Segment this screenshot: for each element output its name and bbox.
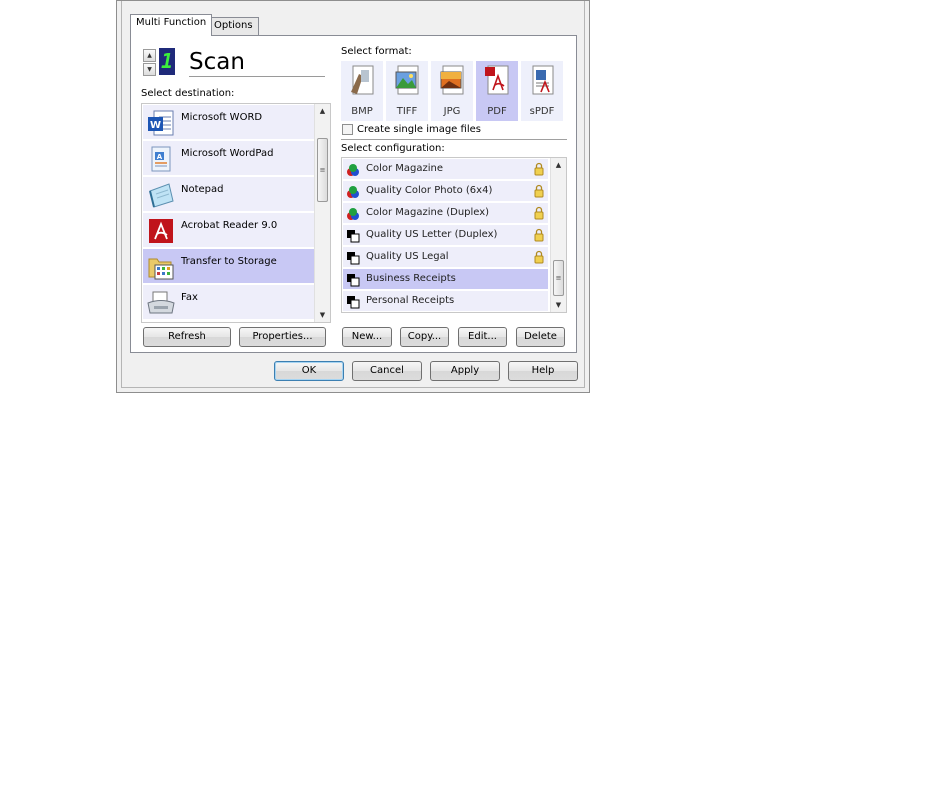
format-label: PDF [487,106,507,117]
pdf-icon [485,65,509,95]
acrobat-icon [149,219,173,243]
format-selector: BMP TIFF JPG PDF sPDF [341,61,563,121]
scroll-thumb[interactable]: ≡ [553,260,564,296]
destination-item-wordpad[interactable]: A Microsoft WordPad [143,141,315,176]
select-configuration-label: Select configuration: [341,143,445,154]
single-image-checkbox[interactable] [342,124,353,135]
bw-config-icon [347,274,360,287]
destination-item-notepad[interactable]: Notepad [143,177,315,212]
bw-config-icon [347,252,360,265]
refresh-button[interactable]: Refresh [143,327,231,347]
destination-item-fax[interactable]: Fax [143,285,315,320]
bw-config-icon [347,296,360,309]
scroll-down-icon[interactable]: ▼ [551,298,566,312]
svg-text:W: W [150,120,161,131]
scroll-up-icon[interactable]: ▲ [315,104,330,118]
format-bmp[interactable]: BMP [341,61,383,121]
properties-button[interactable]: Properties... [239,327,326,347]
tab-multi-function[interactable]: Multi Function [130,14,213,36]
format-tiff[interactable]: TIFF [386,61,428,121]
word-icon: W [148,110,174,136]
configuration-list[interactable]: Color Magazine Quality Color Photo (6x4) [341,157,567,313]
destination-list[interactable]: W Microsoft WORD A Microsoft WordPad Not… [141,103,331,323]
destination-item-transfer-to-storage[interactable]: Transfer to Storage [143,249,315,284]
cancel-button[interactable]: Cancel [352,361,422,381]
config-item-business-receipts[interactable]: Business Receipts [343,269,548,290]
bw-config-icon [347,230,360,243]
config-item-label: Quality Color Photo (6x4) [366,185,493,196]
one-touch-dialog: Multi Function Options ▲ ▼ 1 Scan Select… [116,0,590,393]
tab-label: Multi Function [136,17,207,28]
destination-item-label: Microsoft WORD [181,112,263,123]
spinner-down-button[interactable]: ▼ [143,63,156,76]
configuration-scrollbar[interactable]: ▲ ≡ ▼ [550,158,566,312]
lock-icon [534,162,544,176]
notepad-icon [149,183,174,208]
edit-button[interactable]: Edit... [458,327,507,347]
spinner-up-button[interactable]: ▲ [143,49,156,62]
format-label: sPDF [529,106,555,117]
button-number-spinner: ▲ ▼ [143,49,157,77]
new-button[interactable]: New... [342,327,392,347]
config-item-color-magazine[interactable]: Color Magazine [343,159,548,180]
destination-item-label: Acrobat Reader 9.0 [181,220,278,231]
multi-function-panel: ▲ ▼ 1 Scan Select destination: W Microso… [130,35,577,353]
single-image-label: Create single image files [357,124,481,135]
config-item-label: Quality US Legal [366,251,449,262]
bmp-icon [351,65,374,95]
config-item-label: Color Magazine (Duplex) [366,207,490,218]
lock-icon [534,184,544,198]
scroll-down-icon[interactable]: ▼ [315,308,330,322]
help-button[interactable]: Help [508,361,578,381]
config-item-quality-color-photo[interactable]: Quality Color Photo (6x4) [343,181,548,202]
destination-item-label: Transfer to Storage [181,256,277,267]
format-spdf[interactable]: sPDF [521,61,563,121]
config-item-color-magazine-duplex[interactable]: Color Magazine (Duplex) [343,203,548,224]
tab-options[interactable]: Options [208,17,259,35]
scroll-thumb[interactable]: ≡ [317,138,328,202]
page-title: Scan [189,48,325,77]
config-item-label: Personal Receipts [366,295,455,306]
jpg-icon [440,65,464,95]
folder-icon [148,258,174,280]
fax-icon [147,291,175,314]
select-format-label: Select format: [341,46,412,57]
lock-icon [534,206,544,220]
destination-item-word[interactable]: W Microsoft WORD [143,105,315,140]
destination-item-label: Notepad [181,184,224,195]
ok-button[interactable]: OK [274,361,344,381]
config-item-label: Business Receipts [366,273,456,284]
format-label: BMP [351,106,373,117]
color-config-icon [347,208,359,220]
button-number-display: 1 [159,48,175,75]
lock-icon [534,250,544,264]
format-label: TIFF [396,106,418,117]
config-item-label: Quality US Letter (Duplex) [366,229,498,240]
config-item-quality-us-letter-duplex[interactable]: Quality US Letter (Duplex) [343,225,548,246]
destination-item-label: Fax [181,292,198,303]
wordpad-icon: A [151,146,171,172]
format-label: JPG [443,106,461,117]
delete-button[interactable]: Delete [516,327,565,347]
section-divider [341,139,567,140]
destination-item-acrobat[interactable]: Acrobat Reader 9.0 [143,213,315,248]
spdf-icon [532,65,554,95]
color-config-icon [347,164,359,176]
config-item-personal-receipts[interactable]: Personal Receipts [343,291,548,312]
select-destination-label: Select destination: [141,88,235,99]
destination-item-label: Microsoft WordPad [181,148,274,159]
tiff-icon [395,65,419,95]
svg-text:A: A [157,153,163,161]
format-pdf[interactable]: PDF [476,61,518,121]
destination-scrollbar[interactable]: ▲ ≡ ▼ [314,104,330,322]
color-config-icon [347,186,359,198]
apply-button[interactable]: Apply [430,361,500,381]
config-item-quality-us-legal[interactable]: Quality US Legal [343,247,548,268]
scroll-up-icon[interactable]: ▲ [551,158,566,172]
format-jpg[interactable]: JPG [431,61,473,121]
config-item-label: Color Magazine [366,163,444,174]
lock-icon [534,228,544,242]
tab-label: Options [214,20,253,31]
copy-button[interactable]: Copy... [400,327,449,347]
